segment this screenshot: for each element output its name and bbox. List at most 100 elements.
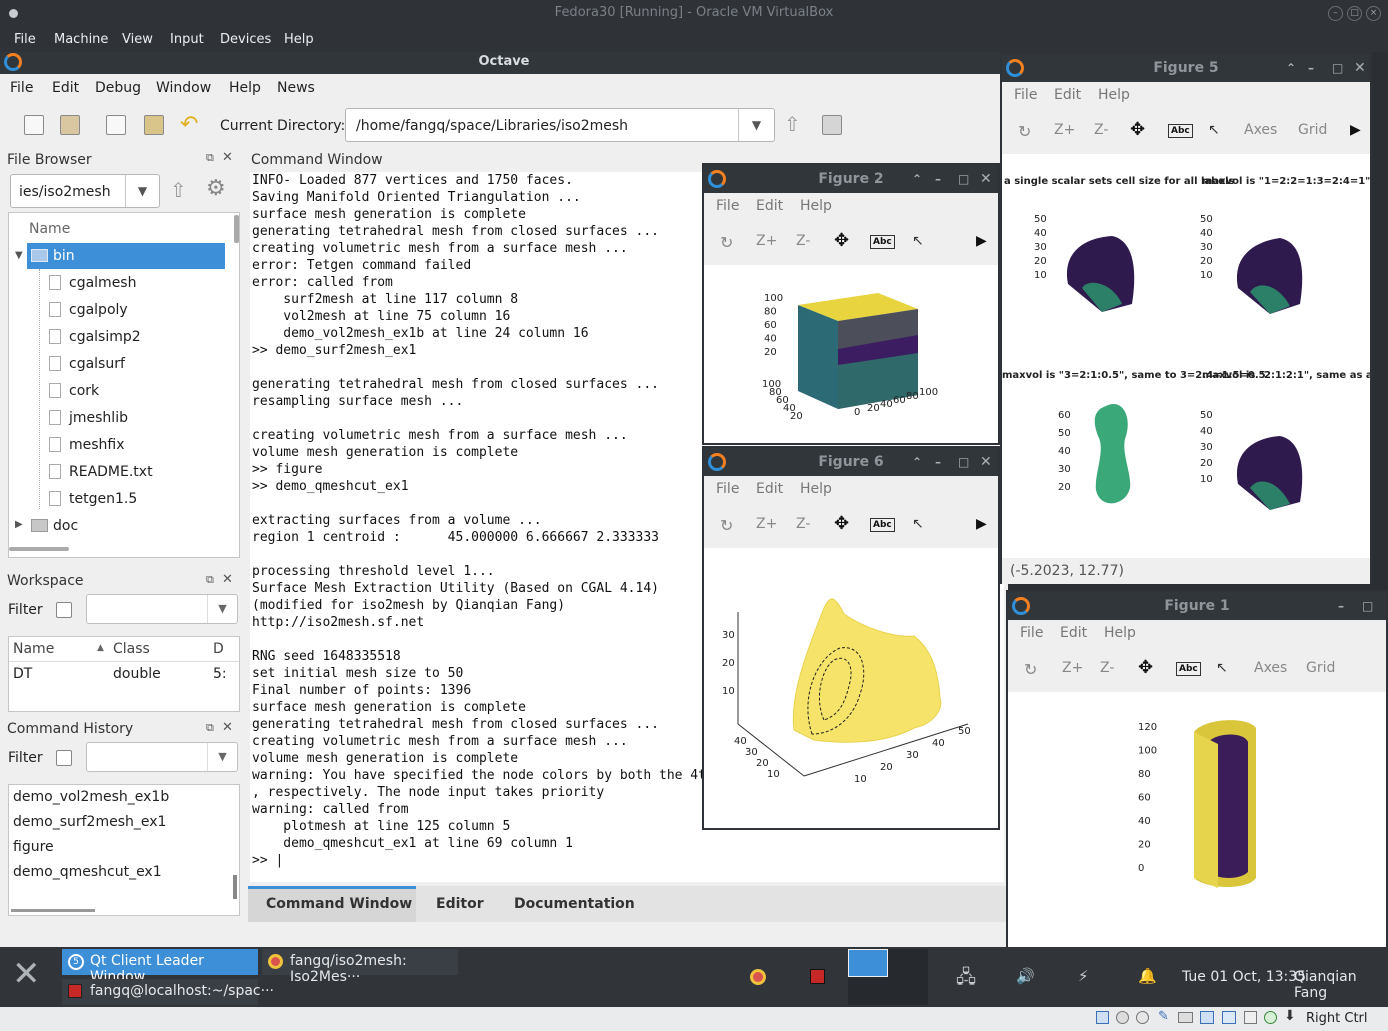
browse-directory-icon[interactable] bbox=[822, 115, 842, 135]
optical-drive-icon[interactable] bbox=[1116, 1011, 1129, 1024]
close-panel-icon[interactable]: ✕ bbox=[222, 150, 233, 165]
insert-text-icon[interactable]: Abc bbox=[870, 235, 895, 249]
zoom-out-button[interactable]: Z- bbox=[796, 233, 810, 249]
vbox-menu-file[interactable]: File bbox=[14, 32, 36, 47]
list-item[interactable]: meshfix bbox=[49, 432, 239, 458]
pan-icon[interactable]: ✥ bbox=[1138, 657, 1153, 678]
toolbar-more-icon[interactable]: ▶ bbox=[1350, 122, 1361, 138]
insert-text-icon[interactable]: Abc bbox=[870, 518, 895, 532]
shade-icon[interactable]: ⌃ bbox=[912, 448, 922, 476]
scrollbar[interactable] bbox=[233, 875, 237, 899]
history-filter-checkbox[interactable] bbox=[56, 750, 72, 766]
current-directory-input[interactable]: /home/fangq/space/Libraries/iso2mesh ▼ bbox=[345, 108, 775, 142]
list-item[interactable]: cgalmesh bbox=[49, 270, 239, 296]
minimize-icon[interactable]: – bbox=[935, 165, 941, 193]
maximize-icon[interactable]: □ bbox=[1362, 592, 1373, 620]
list-item[interactable]: demo_qmeshcut_ex1 bbox=[13, 864, 162, 880]
undock-icon[interactable]: ⧉ bbox=[206, 721, 214, 735]
figure-1-canvas[interactable]: 120 100 80 60 40 20 0 bbox=[1008, 692, 1386, 956]
harddisk-icon[interactable] bbox=[1096, 1011, 1109, 1024]
taskbar-item[interactable]: fangq@localhost:~/spac··· bbox=[62, 979, 274, 1005]
insert-text-icon[interactable]: Abc bbox=[1176, 662, 1201, 676]
figure-5-canvas[interactable]: a single scalar sets cell size for all l… bbox=[1002, 154, 1388, 558]
grid-button[interactable]: Grid bbox=[1306, 660, 1335, 676]
cpu-icon[interactable] bbox=[1264, 1011, 1277, 1024]
octave-menu-news[interactable]: News bbox=[277, 80, 315, 96]
octave-menu-window[interactable]: Window bbox=[156, 80, 211, 96]
shade-icon[interactable]: ⌃ bbox=[1286, 54, 1296, 82]
zoom-out-button[interactable]: Z- bbox=[796, 516, 810, 532]
list-item[interactable]: demo_vol2mesh_ex1b bbox=[13, 789, 169, 805]
maximize-icon[interactable]: □ bbox=[958, 448, 969, 476]
collapse-arrow-icon[interactable]: ▶ bbox=[15, 519, 23, 530]
workspace-filter-input[interactable]: ▼ bbox=[86, 594, 238, 624]
minimize-icon[interactable]: – bbox=[1328, 6, 1343, 21]
maximize-icon[interactable]: □ bbox=[1332, 54, 1343, 82]
figure-menu-file[interactable]: File bbox=[716, 198, 739, 214]
undo-icon[interactable]: ↶ bbox=[180, 112, 198, 137]
vbox-menu-view[interactable]: View bbox=[122, 32, 153, 47]
app-launcher-icon[interactable]: ✕ bbox=[12, 957, 41, 991]
figure-menu-help[interactable]: Help bbox=[1104, 625, 1136, 641]
vbox-menu-input[interactable]: Input bbox=[170, 32, 204, 47]
window-menu-icon[interactable] bbox=[9, 9, 18, 18]
minimize-icon[interactable]: – bbox=[1338, 592, 1344, 620]
file-browser-path-input[interactable]: ies/iso2mesh ▼ bbox=[10, 174, 160, 208]
horizontal-scrollbar[interactable] bbox=[9, 547, 69, 551]
list-item[interactable]: tetgen1.5 bbox=[49, 486, 239, 512]
clock[interactable]: Tue 01 Oct, 13:35 bbox=[1182, 969, 1306, 985]
pan-icon[interactable]: ✥ bbox=[1130, 119, 1145, 140]
terminal-icon[interactable] bbox=[810, 969, 825, 984]
rotate-icon[interactable]: ↻ bbox=[720, 233, 733, 252]
toolbar-more-icon[interactable]: ▶ bbox=[976, 233, 987, 249]
octave-menu-debug[interactable]: Debug bbox=[95, 80, 141, 96]
volume-icon[interactable]: 🔊 bbox=[1016, 967, 1035, 985]
rotate-icon[interactable]: ↻ bbox=[1024, 660, 1037, 679]
network-icon[interactable]: 🖧 bbox=[956, 965, 976, 995]
open-file-icon[interactable] bbox=[60, 115, 80, 135]
list-item[interactable]: cgalsimp2 bbox=[49, 324, 239, 350]
close-panel-icon[interactable]: ✕ bbox=[222, 572, 233, 587]
octave-menu-help[interactable]: Help bbox=[229, 80, 261, 96]
close-icon[interactable]: ✕ bbox=[980, 165, 992, 193]
column-header-class[interactable]: Class bbox=[113, 641, 150, 657]
pan-icon[interactable]: ✥ bbox=[834, 230, 849, 251]
axes-button[interactable]: Axes bbox=[1244, 122, 1277, 138]
figure-6-window[interactable]: Figure 6 ⌃ – □ ✕ File Edit Help ↻ Z+ Z- … bbox=[702, 446, 1000, 830]
rotate-icon[interactable]: ↻ bbox=[720, 516, 733, 535]
chevron-down-icon[interactable]: ▼ bbox=[207, 743, 237, 771]
toolbar-more-icon[interactable]: ▶ bbox=[976, 516, 987, 532]
column-header-d[interactable]: D bbox=[213, 641, 224, 657]
usb-icon[interactable] bbox=[1178, 1012, 1193, 1023]
tab-command-window[interactable]: Command Window bbox=[266, 896, 412, 912]
figure-2-window[interactable]: Figure 2 ⌃ – □ ✕ File Edit Help ↻ Z+ Z- … bbox=[702, 163, 1000, 445]
chevron-down-icon[interactable]: ▼ bbox=[207, 595, 237, 623]
close-icon[interactable]: ✕ bbox=[980, 448, 992, 476]
octave-menu-edit[interactable]: Edit bbox=[52, 80, 79, 96]
pan-icon[interactable]: ✥ bbox=[834, 513, 849, 534]
audio-icon[interactable] bbox=[1136, 1011, 1149, 1024]
figure-5-window[interactable]: Figure 5 ⌃ – □ ✕ File Edit Help ↻ Z+ Z- … bbox=[1000, 52, 1388, 584]
figure-menu-edit[interactable]: Edit bbox=[756, 198, 783, 214]
horizontal-scrollbar[interactable] bbox=[11, 909, 95, 912]
figure-menu-help[interactable]: Help bbox=[800, 481, 832, 497]
list-item[interactable]: figure bbox=[13, 839, 54, 855]
figure-menu-edit[interactable]: Edit bbox=[1060, 625, 1087, 641]
scrollbar[interactable] bbox=[234, 215, 239, 243]
figure-menu-edit[interactable]: Edit bbox=[1054, 87, 1081, 103]
select-pointer-icon[interactable]: ↖ bbox=[912, 516, 924, 532]
figure-menu-file[interactable]: File bbox=[1014, 87, 1037, 103]
name-column-header[interactable]: Name bbox=[29, 221, 70, 237]
list-item[interactable]: cork bbox=[49, 378, 239, 404]
paste-icon[interactable] bbox=[144, 115, 164, 135]
shade-icon[interactable]: ⌃ bbox=[912, 165, 922, 193]
table-row[interactable]: DT double 5: bbox=[9, 663, 239, 687]
pen-icon[interactable]: ✎ bbox=[1158, 1009, 1169, 1024]
close-icon[interactable]: × bbox=[1366, 6, 1381, 21]
zoom-in-button[interactable]: Z+ bbox=[756, 516, 777, 532]
tab-editor[interactable]: Editor bbox=[436, 896, 484, 912]
parent-directory-icon[interactable]: ⇧ bbox=[170, 178, 187, 202]
list-item[interactable]: demo_surf2mesh_ex1 bbox=[13, 814, 166, 830]
chevron-down-icon[interactable]: ▼ bbox=[738, 109, 774, 141]
list-item[interactable]: cgalsurf bbox=[49, 351, 239, 377]
